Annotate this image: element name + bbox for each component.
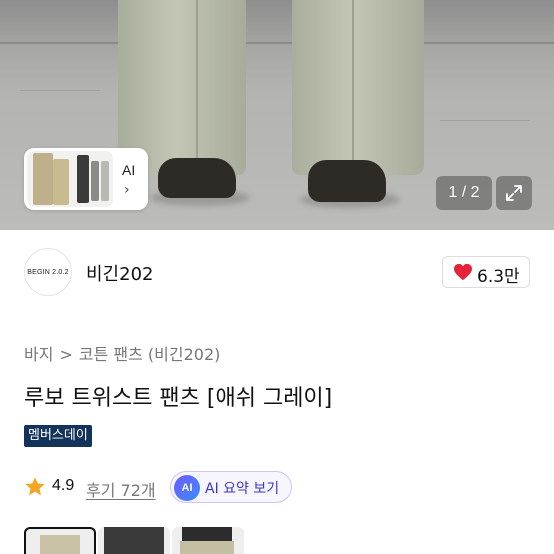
promo-badge: 멤버스데이 [24,425,92,447]
expand-icon [506,185,522,201]
breadcrumb-separator: > [59,345,73,364]
breadcrumb-category[interactable]: 바지 [24,345,53,364]
thumbnail-item[interactable] [98,527,170,554]
right-pant-leg [292,0,424,175]
left-shoe [158,158,236,198]
background-wall [0,0,554,45]
ai-card-thumbnail [27,151,113,207]
ai-similar-card[interactable]: AI › [24,148,148,210]
brand-logo[interactable]: BEGIN 2.0.2 [24,248,72,296]
breadcrumb-subcategory[interactable]: 코튼 팬츠 (비긴202) [79,345,221,364]
ai-summary-button[interactable]: AI AI 요약 보기 [170,471,292,503]
rating-score: 4.9 [52,477,75,494]
ai-icon: AI [174,475,200,501]
product-main-image[interactable]: AI › 1 / 2 [0,0,554,230]
image-page-counter: 1 / 2 [436,176,492,210]
like-button[interactable]: 6.3만 [442,256,530,288]
breadcrumb: 바지 > 코튼 팬츠 (비긴202) [24,341,226,365]
chevron-right-icon: › [124,182,130,198]
product-title: 루보 트위스트 팬츠 [애쉬 그레이] [24,386,333,411]
expand-button[interactable] [496,176,532,210]
like-count: 6.3만 [477,267,520,287]
ai-card-label: AI [122,162,136,178]
heart-icon [454,263,472,281]
ai-summary-label: AI 요약 보기 [205,481,280,497]
review-count-link[interactable]: 후기 72개 [86,477,156,501]
thumbnail-item[interactable] [24,527,96,554]
thumbnail-item[interactable] [172,527,244,554]
star-icon [25,477,45,496]
brand-name[interactable]: 비긴202 [86,260,153,286]
right-shoe [308,160,386,202]
